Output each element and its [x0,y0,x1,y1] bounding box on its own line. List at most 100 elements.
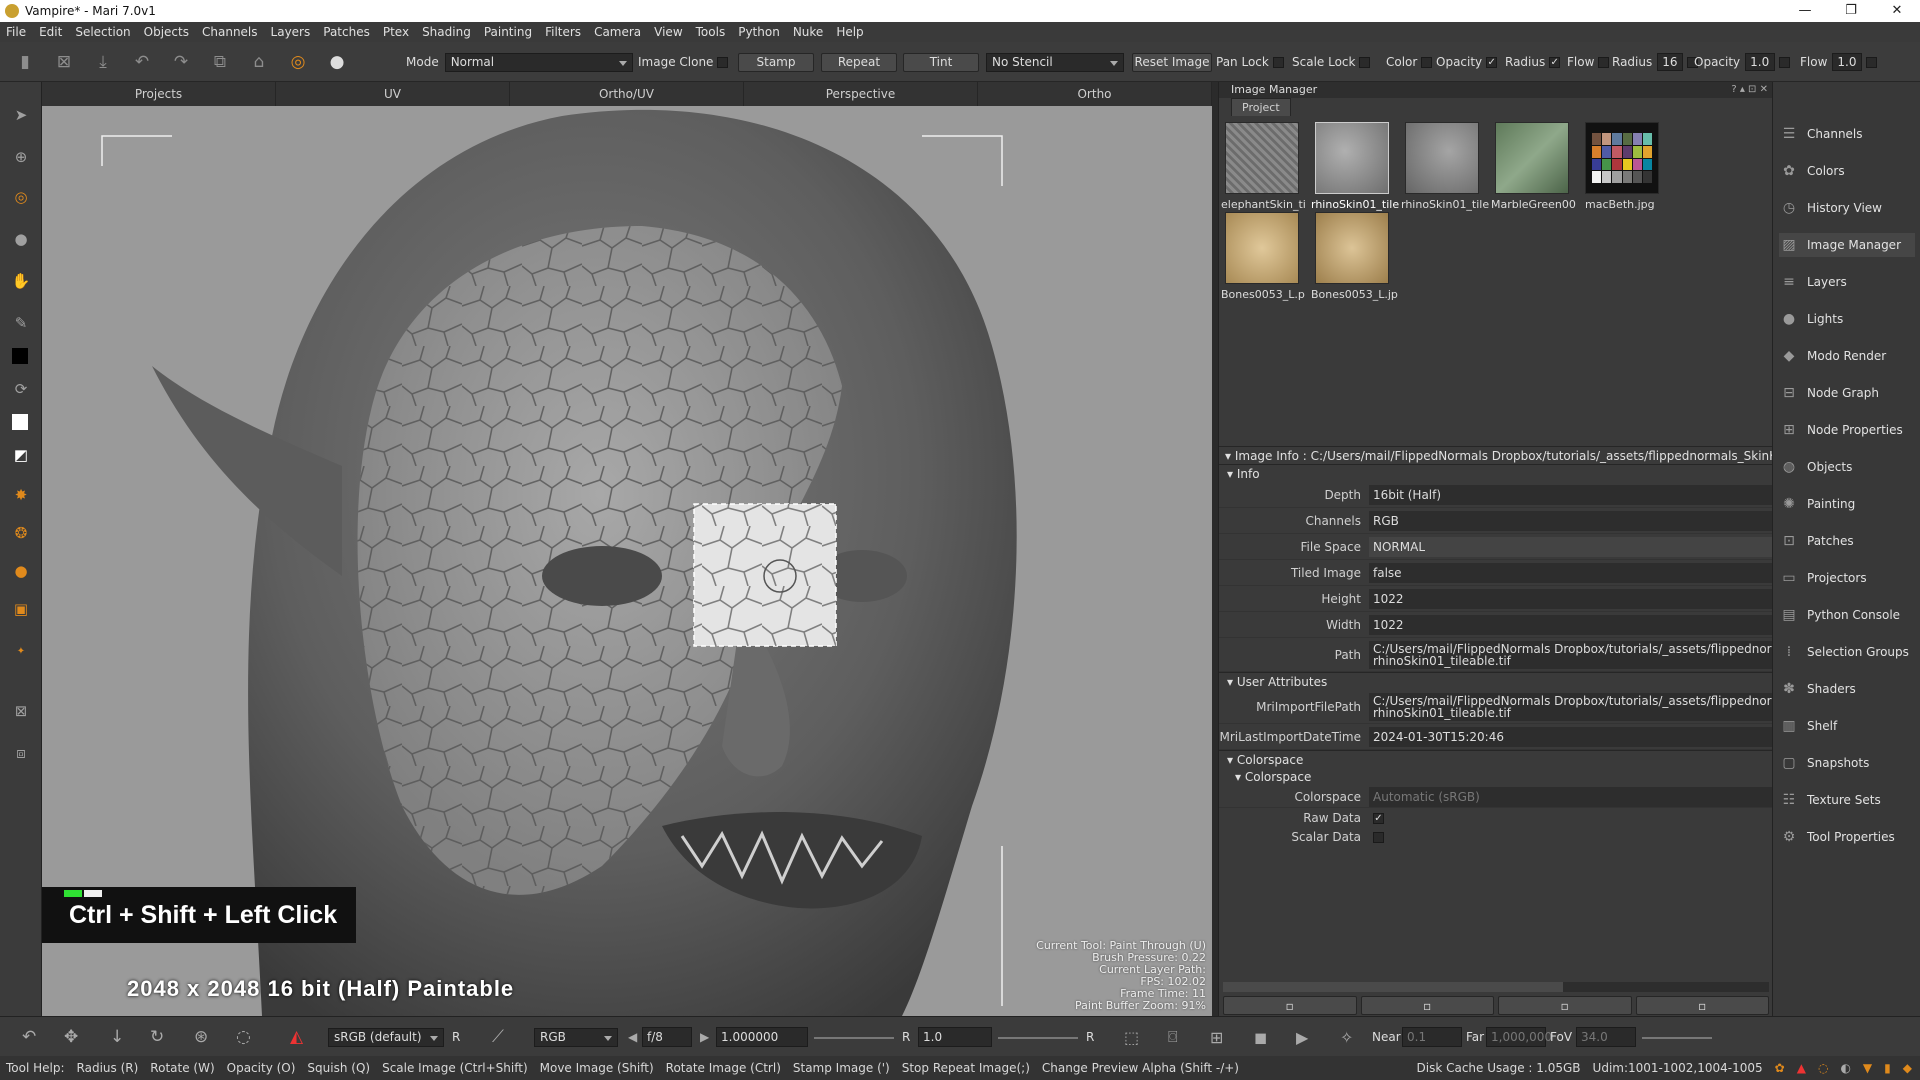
import-image-button[interactable]: ▫ [1223,996,1357,1015]
fstop-decrease-icon[interactable]: ◀ [628,1027,637,1047]
transform-icon[interactable]: ⊕ [12,148,30,166]
menu-selection[interactable]: Selection [75,25,130,39]
redo-icon[interactable]: ↷ [167,48,195,76]
move-view-icon[interactable]: ✥ [64,1027,78,1047]
dock-node-graph[interactable]: ⊟ Node Graph [1779,381,1879,405]
new-file-icon[interactable]: ▮ [11,48,39,76]
lighting-icon[interactable]: ✧ [1340,1027,1353,1047]
scale-lock-checkbox[interactable] [1359,56,1371,68]
dock-layers[interactable]: ≡ Layers [1779,270,1847,294]
dock-lights[interactable]: ● Lights [1779,307,1843,331]
status-flower-icon[interactable]: ✿ [1775,1061,1785,1075]
select-arrow-icon[interactable]: ➤ [12,106,30,124]
menu-objects[interactable]: Objects [144,25,189,39]
thumbnail-rhino-skin[interactable] [1405,122,1479,194]
fov-field[interactable]: 34.0 [1576,1027,1636,1047]
channel-dropdown[interactable]: RGB [534,1027,618,1047]
horizontal-scrollbar[interactable] [1223,982,1769,992]
stencil-dropdown[interactable]: No Stencil [986,52,1124,72]
thumbnail-bones-2[interactable] [1315,212,1389,284]
paint-through-tool-icon[interactable]: ◎ [284,48,312,76]
export-image-button[interactable]: ▫ [1360,996,1494,1015]
menu-python[interactable]: Python [738,25,780,39]
gamma-field[interactable]: 1.0 [918,1027,992,1047]
foreground-color-swatch[interactable] [12,348,28,364]
info-section-header[interactable]: ▾ Info [1219,464,1772,482]
menu-nuke[interactable]: Nuke [793,25,824,39]
scalar-data-checkbox[interactable] [1373,831,1384,843]
close-file-icon[interactable]: ⊠ [50,48,78,76]
blur-tool-icon[interactable]: ❂ [12,524,30,542]
rotate-view-icon[interactable]: ↻ [150,1027,164,1047]
dock-shaders[interactable]: ✽ Shaders [1779,677,1856,701]
pan-lock-checkbox[interactable] [1272,56,1284,68]
fstop-increase-icon[interactable]: ▶ [700,1027,709,1047]
gamma-slider[interactable] [998,1037,1078,1039]
dock-tool-properties[interactable]: ⚙ Tool Properties [1779,825,1895,849]
dock-projectors[interactable]: ▭ Projectors [1779,566,1866,590]
fill-tool-icon[interactable]: ✸ [12,486,30,504]
grid-icon[interactable]: ⊞ [1210,1027,1223,1047]
paint-through-icon[interactable]: ◎ [12,188,30,206]
maximize-button[interactable]: ❐ [1828,0,1874,22]
dock-painting[interactable]: ✺ Painting [1779,492,1855,516]
colorspace-dropdown-viewer[interactable]: sRGB (default) [328,1027,444,1047]
down-arrow-icon[interactable]: ↓ [110,1027,124,1047]
play-icon[interactable]: ▶ [1296,1027,1308,1047]
user-attributes-header[interactable]: ▾ User Attributes [1219,672,1772,690]
reset-image-button[interactable]: Reset Image [1132,52,1212,72]
undo-icon[interactable]: ↶ [128,48,156,76]
status-bars-icon[interactable]: ▮ [1884,1061,1891,1075]
close-button[interactable]: ✕ [1874,0,1920,22]
fov-slider[interactable] [1642,1037,1712,1039]
scrollbar-thumb[interactable] [1223,982,1563,992]
save-icon[interactable]: ⤓ [89,48,117,76]
menu-camera[interactable]: Camera [594,25,641,39]
thumbnail-marble-green[interactable] [1495,122,1569,194]
3d-viewport[interactable]: Current Tool: Paint Through (U) Brush Pr… [42,106,1212,1016]
sphere-tool-icon[interactable]: ● [12,230,30,248]
dock-patches[interactable]: ⊡ Patches [1779,529,1853,553]
opacity-toggle-checkbox[interactable]: ✓ [1486,56,1498,68]
thumbnail-elephant-skin[interactable] [1225,122,1299,194]
radius-toggle-checkbox[interactable]: ✓ [1549,56,1561,68]
reset-colors-icon[interactable]: ◩ [12,446,30,464]
image-clone-checkbox[interactable] [717,56,729,68]
dock-shelf[interactable]: ▥ Shelf [1779,714,1837,738]
raw-data-checkbox[interactable]: ✓ [1373,812,1384,824]
near-field[interactable]: 0.1 [1402,1027,1462,1047]
minimize-button[interactable]: — [1782,0,1828,22]
colorspace-dropdown[interactable]: Automatic (sRGB) [1369,786,1772,807]
canvas-frame-icon[interactable]: ⧈ [12,744,30,762]
thumbnail-macbeth[interactable] [1585,122,1659,194]
smear-tool-icon[interactable]: ● [12,562,30,580]
reset-exposure-button[interactable]: R [902,1027,910,1047]
opacity-pressure-checkbox[interactable] [1779,56,1791,68]
curve-icon[interactable]: ⟋ [492,1027,504,1047]
status-warning-icon[interactable]: ▲ [1797,1061,1806,1075]
dock-objects[interactable]: ◍ Objects [1779,455,1852,479]
dock-colors[interactable]: ✿ Colors [1779,159,1844,183]
radius-field[interactable]: 16 [1657,53,1684,71]
tab-uv[interactable]: UV [276,82,510,106]
mode-dropdown[interactable]: Normal [444,52,633,72]
background-color-swatch[interactable] [12,414,28,430]
snapshot-icon[interactable]: ⌂ [245,48,273,76]
square-view-icon[interactable]: ◼ [1254,1027,1267,1047]
menu-file[interactable]: File [6,25,26,39]
dock-texture-sets[interactable]: ☷ Texture Sets [1779,788,1881,812]
delete-image-button[interactable]: ▫ [1635,996,1769,1015]
ortho-view-icon[interactable]: ⬚ [1124,1027,1139,1047]
thumbnail-bones-1[interactable] [1225,212,1299,284]
menu-view[interactable]: View [654,25,682,39]
swap-colors-icon[interactable]: ⟳ [12,380,30,398]
colorspace-section-header[interactable]: ▾ Colorspace [1219,750,1772,768]
tab-projects[interactable]: Projects [42,82,276,106]
reload-image-button[interactable]: ▫ [1498,996,1632,1015]
panel-controls-icon[interactable]: ? ▴ ⊡ ✕ [1731,82,1768,98]
thumbnail-rhino-skin-selected[interactable] [1315,122,1389,194]
exposure-slider[interactable] [814,1037,894,1039]
status-ring-icon[interactable]: ◌ [1818,1061,1828,1075]
undo-view-icon[interactable]: ↶ [22,1027,36,1047]
flow-pressure-checkbox[interactable] [1866,56,1878,68]
